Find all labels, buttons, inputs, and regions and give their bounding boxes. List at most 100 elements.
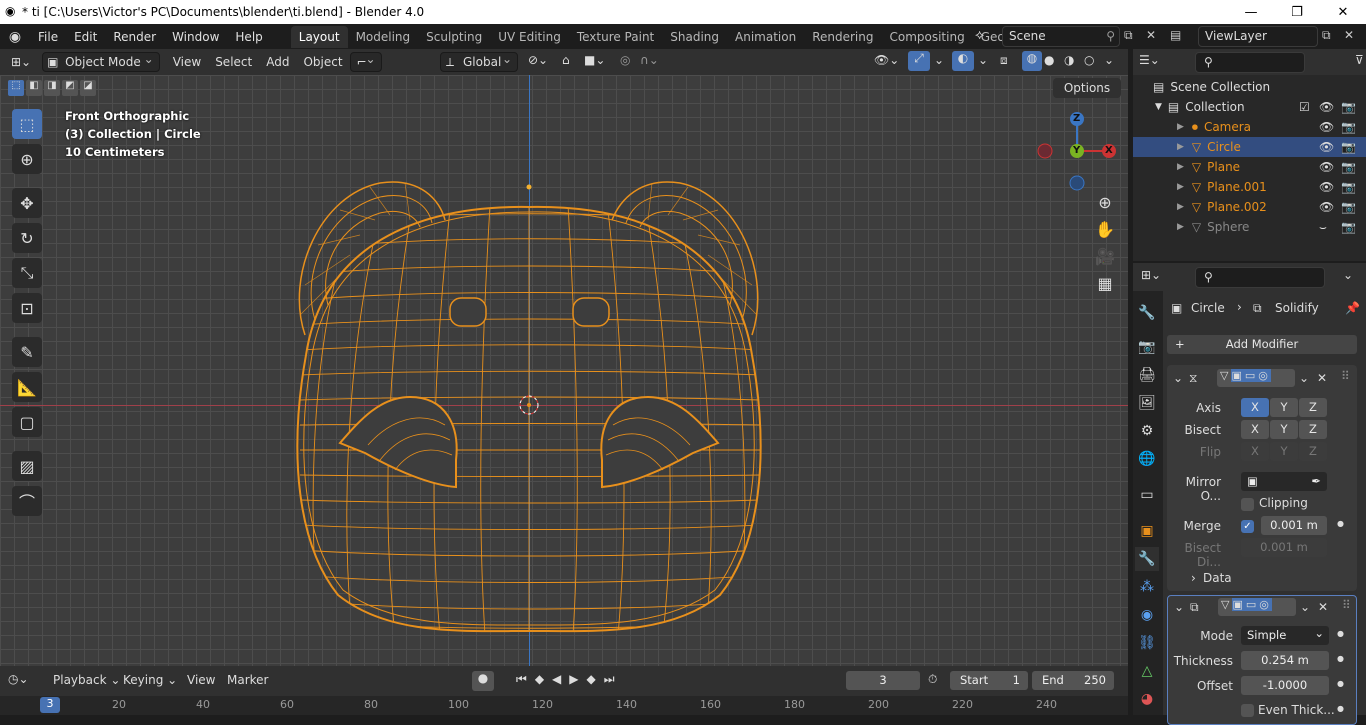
menu-render[interactable]: Render <box>105 26 164 48</box>
modifier-tab-icon[interactable]: 🔧 <box>1135 547 1159 571</box>
solidify-mode-dropdown[interactable]: Simple ⌄ <box>1241 626 1329 645</box>
eye-icon[interactable]: 👁 <box>1319 180 1334 194</box>
select-extend-icon[interactable]: ◧ <box>26 80 42 96</box>
3d-viewport[interactable]: Front Orthographic (3) Collection | Circ… <box>0 75 1128 666</box>
select-box-icon[interactable]: ⬚ <box>8 80 24 96</box>
merge-checkbox[interactable]: ✓ <box>1241 520 1254 533</box>
camera-render-icon[interactable]: 📷 <box>1341 100 1356 114</box>
tool-tab-icon[interactable]: 🔧 <box>1135 301 1159 325</box>
tab-layout[interactable]: Layout <box>290 25 348 48</box>
camera-render-icon[interactable]: 📷 <box>1341 120 1356 134</box>
scene-name-field[interactable]: Scene ⚲ <box>1002 26 1120 47</box>
modifier-visibility-toggles[interactable]: ▽▣▭◎ <box>1217 369 1295 387</box>
play-reverse-icon[interactable]: ◀ <box>552 672 561 687</box>
xray-icon[interactable]: ⧈ <box>1000 53 1008 68</box>
eye-icon[interactable]: 👁 <box>1319 120 1334 134</box>
add-cube-tool-icon[interactable]: ▢ <box>12 407 42 437</box>
options-button[interactable]: Options <box>1053 78 1121 98</box>
select-subtract-icon[interactable]: ◨ <box>44 80 60 96</box>
solidify-drag-handle-icon[interactable]: ⠿ <box>1342 598 1351 612</box>
measure-tool-icon[interactable]: 📐 <box>12 372 42 402</box>
collection-tab-icon[interactable]: ▭ <box>1135 483 1159 507</box>
axis-z-toggle[interactable]: Z <box>1299 398 1327 417</box>
eye-icon[interactable]: 👁 <box>1319 200 1334 214</box>
thickness-field[interactable]: 0.254 m <box>1241 651 1329 670</box>
outliner-search-input[interactable]: ⚲ <box>1195 52 1305 73</box>
outliner-item-sphere[interactable]: ▶ ▽ Sphere ⌣ 📷 <box>1133 217 1366 237</box>
gizmo-icon[interactable]: ⤢ <box>908 51 930 71</box>
axis-x-toggle[interactable]: X <box>1241 398 1269 417</box>
new-viewlayer-icon[interactable]: ⧉ <box>1322 28 1331 43</box>
filter-icon[interactable]: ⊽ <box>1355 53 1364 67</box>
orientation-dropdown[interactable]: ⟂ Global <box>440 50 518 72</box>
bisect-z-toggle[interactable]: Z <box>1299 420 1327 439</box>
outliner-scene-collection[interactable]: ▤ Scene Collection <box>1133 77 1366 97</box>
constraints-tab-icon[interactable]: ⛓ <box>1135 631 1159 655</box>
pivot-icon[interactable]: ⊘⌄ <box>528 53 548 67</box>
jump-start-icon[interactable]: ⏮ <box>516 672 527 687</box>
scene-selector-icon[interactable]: ⟡ <box>975 27 1001 43</box>
data-subpanel-label[interactable]: Data <box>1203 571 1232 585</box>
record-icon[interactable]: ● <box>472 671 494 691</box>
zoom-icon[interactable]: ⊕ <box>1098 193 1111 212</box>
clipping-checkbox[interactable] <box>1241 498 1254 511</box>
merge-distance-field[interactable]: 0.001 m <box>1261 516 1327 535</box>
viewlayer-name-field[interactable]: ViewLayer <box>1198 26 1318 47</box>
flip-y-toggle[interactable]: Y <box>1270 442 1298 461</box>
add-modifier-button[interactable]: + Add Modifier <box>1167 335 1357 354</box>
outliner-item-camera[interactable]: ▶ ⏺ Camera 👁 📷 <box>1133 117 1366 137</box>
expand-icon[interactable]: ▶ <box>1177 222 1184 232</box>
wireframe-shading-icon[interactable]: ◍ <box>1022 51 1042 71</box>
remove-modifier-icon[interactable]: ✕ <box>1317 371 1327 385</box>
tab-compositing[interactable]: Compositing <box>881 26 972 48</box>
annotate-tool-icon[interactable]: ✎ <box>12 337 42 367</box>
overlay-icon[interactable]: ◐ <box>952 51 974 71</box>
collapse-icon[interactable]: ▼ <box>1155 102 1162 112</box>
tab-texture-paint[interactable]: Texture Paint <box>569 26 662 48</box>
proportional-edit-icon[interactable]: ◎ <box>620 53 630 67</box>
merge-keyframe-dot[interactable]: ● <box>1337 519 1344 528</box>
outliner-collection[interactable]: ▼ ▤ Collection ☑ 👁 📷 <box>1133 97 1366 117</box>
close-button[interactable]: ✕ <box>1320 0 1366 24</box>
modifier-menu-icon[interactable]: ⌄ <box>1299 371 1309 385</box>
remove-solidify-icon[interactable]: ✕ <box>1318 600 1328 614</box>
falloff-icon[interactable]: ∩⌄ <box>640 53 659 67</box>
even-keyframe-dot[interactable]: ● <box>1337 704 1344 713</box>
expand-icon[interactable]: ▶ <box>1177 202 1184 212</box>
even-thickness-checkbox[interactable] <box>1241 704 1254 717</box>
rotate-tool-icon[interactable]: ↻ <box>12 223 42 253</box>
stopwatch-icon[interactable]: ⏱ <box>928 672 937 687</box>
play-icon[interactable]: ▶ <box>569 672 578 687</box>
timeline-editor-type-icon[interactable]: ◷⌄ <box>8 672 29 686</box>
menu-add[interactable]: Add <box>259 52 296 72</box>
hidden-eye-icon[interactable]: ⌣ <box>1319 220 1327 235</box>
solidify-visibility-toggles[interactable]: ▽▣▭◎ <box>1218 598 1296 616</box>
select-invert-icon[interactable]: ◩ <box>62 80 78 96</box>
collection-checkbox[interactable]: ☑ <box>1299 100 1310 114</box>
material-shading-icon[interactable]: ◑ <box>1064 53 1074 67</box>
eyedropper-icon[interactable]: ✒ <box>1311 472 1321 491</box>
rendered-shading-icon[interactable]: ○ <box>1084 53 1094 67</box>
snap-icon[interactable]: ⌂ <box>562 53 570 67</box>
ortho-grid-icon[interactable]: ▦ <box>1097 274 1112 293</box>
move-tool-icon[interactable]: ✥ <box>12 188 42 218</box>
output-tab-icon[interactable]: 🖨 <box>1135 363 1159 387</box>
minimize-button[interactable]: — <box>1228 0 1274 24</box>
visibility-icon[interactable]: 👁⌄ <box>874 53 899 67</box>
viewlayer-tab-icon[interactable]: 🖼 <box>1135 391 1159 415</box>
menu-timeline-view[interactable]: View <box>180 670 222 690</box>
select-tool-icon[interactable]: ⬚ <box>12 109 42 139</box>
drag-handle-icon[interactable]: ⠿ <box>1341 369 1350 383</box>
playhead[interactable]: 3 <box>40 697 60 713</box>
camera-render-icon[interactable]: 📷 <box>1341 140 1356 154</box>
overlay-dropdown-icon[interactable]: ⌄ <box>978 53 988 67</box>
axis-y-toggle[interactable]: Y <box>1270 398 1298 417</box>
camera-render-icon[interactable]: 📷 <box>1341 160 1356 174</box>
select-intersect-icon[interactable]: ◪ <box>80 80 96 96</box>
expand-icon[interactable]: ▶ <box>1177 142 1184 152</box>
mirror-object-field[interactable]: ▣ ✒ <box>1241 472 1327 491</box>
offset-keyframe-dot[interactable]: ● <box>1337 679 1344 688</box>
image-tool-icon[interactable]: ▨ <box>12 451 42 481</box>
snap-target-icon[interactable]: ■⌄ <box>584 53 605 67</box>
new-scene-icon[interactable]: ⧉ <box>1124 28 1133 43</box>
